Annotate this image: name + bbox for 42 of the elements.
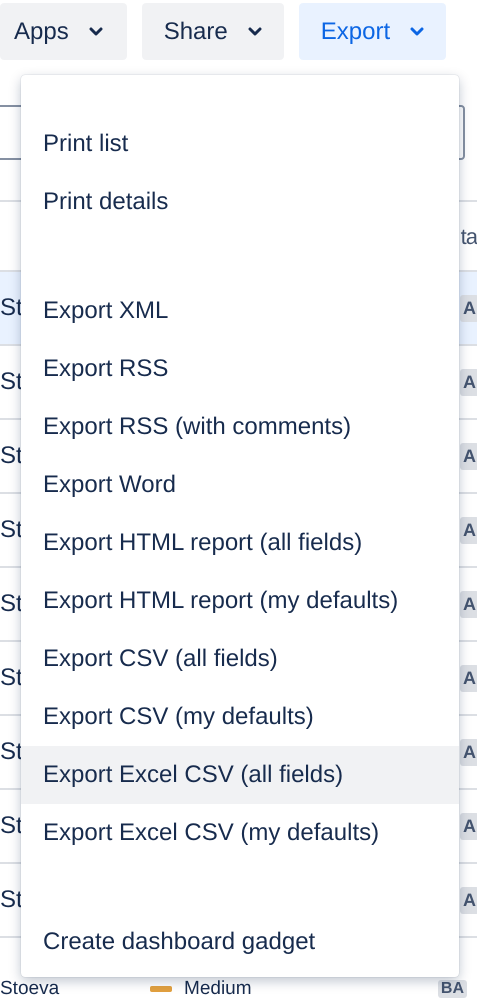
status-badge: A [460,442,477,470]
table-cell-text: St [0,811,23,841]
menu-item[interactable]: Export CSV (all fields) [21,630,459,688]
table-cell: Medium [184,979,252,998]
menu-item[interactable]: Print details [21,173,459,231]
status-badge: A [460,590,477,618]
table-cell-text: St [0,441,23,471]
table-cell-text: St [0,367,23,397]
menu-item[interactable]: Export CSV (my defaults) [21,688,459,746]
toolbar-button[interactable]: Export [298,3,446,60]
menu-item[interactable]: Export Word [21,456,459,514]
chevron-down-icon [88,26,103,36]
menu-item[interactable]: Export HTML report (all fields) [21,514,459,572]
status-badge: A [460,516,477,544]
menu-item[interactable]: Export XML [21,282,459,340]
table-cell-text: St [0,737,23,767]
menu-item[interactable]: Create dashboard gadget [21,913,459,971]
menu-item[interactable]: Export Excel CSV (all fields) [21,746,459,804]
status-badge: A [460,294,477,322]
table-cell: Stoeva [0,979,60,998]
table-cell-text: St [0,663,23,693]
priority-icon [150,984,172,994]
chevron-down-icon [410,26,424,36]
status-badge: A [460,812,477,840]
table-cell-text: St [0,515,23,545]
chevron-down-icon [248,26,262,36]
table-cell-text: St [0,885,23,915]
menu-item[interactable]: Export Excel CSV (my defaults) [21,804,459,862]
column-header: ta [460,222,477,250]
toolbar-button[interactable]: Apps [0,3,127,60]
table-cell-text: St [0,589,23,619]
status-badge: A [460,368,477,396]
menu-item[interactable]: Export RSS [21,340,459,398]
menu-item[interactable]: Export RSS (with comments) [21,398,459,456]
status-badge: A [460,664,477,692]
toolbar-button[interactable]: Share [142,3,284,60]
table-cell-text: St [0,293,23,323]
status-badge: A [460,738,477,766]
menu-item[interactable]: Export HTML report (my defaults) [21,572,459,630]
status-badge: A [460,886,477,914]
menu-item[interactable]: Print list [21,115,459,173]
status-badge: BA [438,980,467,998]
